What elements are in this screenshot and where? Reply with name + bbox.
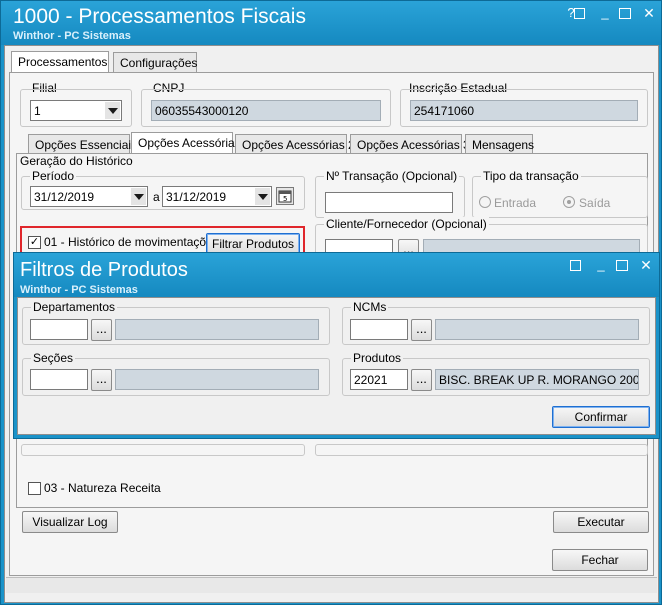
- historico-label: 01 - Histórico de movimentações: [44, 235, 219, 249]
- close-icon[interactable]: ✕: [642, 6, 656, 20]
- geracao-label: Geração do Histórico: [20, 154, 133, 168]
- modal-client: Departamentos ... NCMs ... Seções ... Pr…: [17, 297, 656, 435]
- tab-opcoes-essenciais[interactable]: Opções Essenciais: [28, 134, 137, 154]
- radio-entrada[interactable]: [479, 196, 491, 208]
- visualizar-log-button[interactable]: Visualizar Log: [22, 511, 118, 533]
- secoes-search-button[interactable]: ...: [91, 369, 112, 391]
- chevron-down-icon[interactable]: [255, 188, 270, 205]
- transacao-label: Nº Transação (Opcional): [324, 169, 460, 183]
- filtros-produtos-dialog: Filtros de Produtos Winthor - PC Sistema…: [13, 252, 660, 439]
- departamentos-code-input[interactable]: [30, 319, 88, 340]
- title-bar[interactable]: 1000 - Processamentos Fiscais Winthor - …: [1, 1, 661, 45]
- historico-checkbox[interactable]: ✓: [28, 236, 41, 249]
- filial-value: 1: [34, 104, 41, 118]
- minimize-icon[interactable]: _: [594, 258, 608, 272]
- restore-icon[interactable]: [570, 260, 581, 271]
- date-separator: a: [153, 190, 160, 204]
- transacao-input[interactable]: [325, 192, 453, 213]
- produtos-search-button[interactable]: ...: [411, 369, 432, 391]
- hidden-group-right: [315, 444, 648, 456]
- cliente-label: Cliente/Fornecedor (Opcional): [324, 217, 489, 231]
- secoes-code-input[interactable]: [30, 369, 88, 390]
- maximize-icon[interactable]: [616, 260, 628, 271]
- fechar-button[interactable]: Fechar: [552, 549, 648, 571]
- produtos-code-input[interactable]: 22021: [350, 369, 408, 390]
- close-icon[interactable]: ✕: [639, 258, 653, 272]
- modal-title: Filtros de Produtos: [20, 259, 188, 281]
- minimize-icon[interactable]: _: [598, 6, 612, 20]
- chevron-down-icon[interactable]: [105, 102, 120, 119]
- svg-text:5: 5: [283, 195, 287, 203]
- ncms-code-input[interactable]: [350, 319, 408, 340]
- saida-label: Saída: [579, 196, 611, 210]
- calendar-icon[interactable]: 5: [276, 187, 294, 205]
- departamentos-label: Departamentos: [31, 300, 118, 314]
- date-to-field[interactable]: 31/12/2019: [162, 186, 272, 207]
- departamentos-desc-field[interactable]: [115, 319, 319, 340]
- tab-mensagens[interactable]: Mensagens: [465, 134, 534, 154]
- status-bar: [6, 577, 657, 593]
- produtos-label: Produtos: [351, 351, 404, 365]
- window-subtitle: Winthor - PC Sistemas: [13, 30, 131, 42]
- modal-subtitle: Winthor - PC Sistemas: [20, 284, 138, 296]
- tipo-transacao-label: Tipo da transação: [481, 169, 581, 183]
- departamentos-search-button[interactable]: ...: [91, 319, 112, 341]
- produtos-desc-field[interactable]: BISC. BREAK UP R. MORANGO 200G*: [435, 369, 639, 390]
- window-title: 1000 - Processamentos Fiscais: [13, 5, 306, 28]
- date-from-field[interactable]: 31/12/2019: [30, 186, 148, 207]
- chevron-down-icon[interactable]: [131, 188, 146, 205]
- hidden-group-left: [21, 444, 305, 456]
- tab-configuracoes[interactable]: Configurações: [113, 52, 197, 72]
- secoes-label: Seções: [31, 351, 76, 365]
- entrada-label: Entrada: [494, 196, 537, 210]
- periodo-label: Período: [30, 169, 77, 183]
- date-to-value: 31/12/2019: [166, 190, 227, 204]
- modal-title-bar[interactable]: Filtros de Produtos Winthor - PC Sistema…: [14, 253, 659, 297]
- radio-saida[interactable]: [563, 196, 575, 208]
- ncms-desc-field[interactable]: [435, 319, 639, 340]
- confirmar-button[interactable]: Confirmar: [552, 406, 650, 428]
- secoes-desc-field[interactable]: [115, 369, 319, 390]
- restore-icon[interactable]: [574, 8, 585, 19]
- tab-opcoes-acessorias-2[interactable]: Opções Acessórias 2: [235, 134, 355, 154]
- date-from-value: 31/12/2019: [34, 190, 95, 204]
- ncms-label: NCMs: [351, 300, 389, 314]
- tab-opcoes-acessorias[interactable]: Opções Acessórias: [131, 132, 241, 154]
- tab-processamentos[interactable]: Processamentos: [11, 51, 109, 73]
- tab-opcoes-acessorias-3[interactable]: Opções Acessórias 3: [350, 134, 470, 154]
- maximize-icon[interactable]: [619, 8, 631, 19]
- natureza-label: 03 - Natureza Receita: [44, 481, 161, 495]
- filial-select[interactable]: 1: [30, 100, 122, 121]
- executar-button[interactable]: Executar: [553, 511, 649, 533]
- cnpj-field[interactable]: 06035543000120: [151, 100, 381, 121]
- inscricao-field[interactable]: 254171060: [410, 100, 638, 121]
- ncms-search-button[interactable]: ...: [411, 319, 432, 341]
- natureza-checkbox[interactable]: [28, 482, 41, 495]
